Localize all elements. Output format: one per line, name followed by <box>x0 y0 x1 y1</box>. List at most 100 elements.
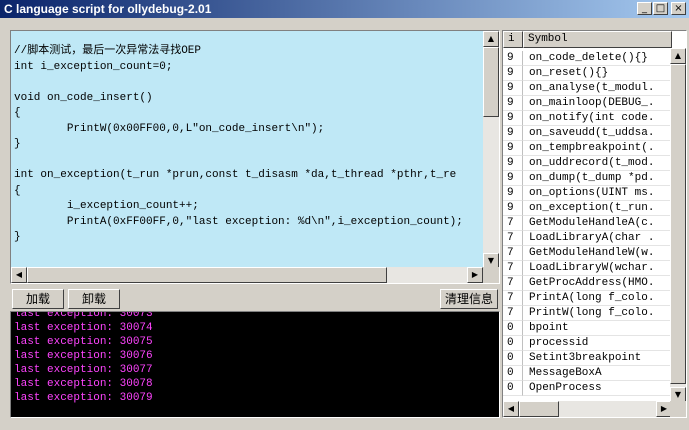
scrollbar-corner <box>483 267 499 283</box>
symbol-index: 9 <box>503 201 523 216</box>
code-line: void on_code_insert() <box>14 91 153 104</box>
symbol-name: on_reset(){} <box>523 66 672 81</box>
code-line: PrintA(0xFF00FF,0,"last exception: %d\n"… <box>14 215 463 228</box>
symbol-name: GetModuleHandleA(c. <box>523 216 672 231</box>
symbol-name: on_dump(t_dump *pd. <box>523 171 672 186</box>
symbol-row[interactable]: 7 GetModuleHandleA(c. <box>503 216 672 231</box>
symbol-name: on_code_delete(){} <box>523 51 672 66</box>
symbol-scroll-thumb[interactable] <box>670 64 686 384</box>
column-header-symbol[interactable]: Symbol <box>523 31 672 48</box>
scrollbar-corner <box>670 401 686 417</box>
code-text-area[interactable]: //脚本测试，最后一次异常法寻找OEP int i_exception_count… <box>11 31 483 269</box>
symbol-index: 7 <box>503 231 523 246</box>
symbol-name: PrintA(long f_colo. <box>523 291 672 306</box>
symbol-row[interactable]: 9 on_reset(){} <box>503 66 672 81</box>
symbol-table[interactable]: i Symbol 9 on_code_delete(){} 9 on_reset(){… <box>502 30 687 418</box>
symbol-index: 9 <box>503 81 523 96</box>
symbol-row[interactable]: 9 on_tempbreakpoint(. <box>503 141 672 156</box>
symbol-name: on_uddrecord(t_mod. <box>523 156 672 171</box>
symbol-row[interactable]: 7 PrintA(long f_colo. <box>503 291 672 306</box>
symbol-hscroll-thumb[interactable] <box>519 401 559 417</box>
editor-vertical-scrollbar[interactable]: ▲ ▼ <box>483 31 499 269</box>
symbol-row[interactable]: 0 processid <box>503 336 672 351</box>
symbol-name: on_saveudd(t_uddsa. <box>523 126 672 141</box>
script-editor[interactable]: //脚本测试，最后一次异常法寻找OEP int i_exception_count… <box>10 30 500 284</box>
symbol-index: 7 <box>503 276 523 291</box>
symbol-row[interactable]: 9 on_code_delete(){} <box>503 51 672 66</box>
symbol-row[interactable]: 9 on_dump(t_dump *pd. <box>503 171 672 186</box>
symbol-index: 9 <box>503 126 523 141</box>
symbol-name: on_notify(int code. <box>523 111 672 126</box>
scroll-right-icon[interactable]: ▶ <box>467 267 483 283</box>
symbol-name: on_tempbreakpoint(. <box>523 141 672 156</box>
maximize-button[interactable]: □ <box>653 2 668 15</box>
symbol-name: on_options(UINT ms. <box>523 186 672 201</box>
symbol-index: 0 <box>503 336 523 351</box>
symbol-row[interactable]: 7 LoadLibraryW(wchar. <box>503 261 672 276</box>
symbol-row[interactable]: 7 LoadLibraryA(char . <box>503 231 672 246</box>
symbol-row[interactable]: 9 on_uddrecord(t_mod. <box>503 156 672 171</box>
console-line: last exception: 30076 <box>14 350 153 362</box>
symbol-row[interactable]: 7 PrintW(long f_colo. <box>503 306 672 321</box>
minimize-button[interactable]: _ <box>637 2 652 15</box>
code-line: { <box>14 107 21 119</box>
symbol-index: 9 <box>503 111 523 126</box>
symbol-index: 9 <box>503 171 523 186</box>
symbol-name: on_analyse(t_modul. <box>523 81 672 96</box>
console-line: last exception: 30077 <box>14 364 153 376</box>
console-line: last exception: 30073 <box>14 311 153 320</box>
close-button[interactable]: × <box>671 2 686 15</box>
symbol-index: 9 <box>503 186 523 201</box>
symbol-row[interactable]: 9 on_exception(t_run. <box>503 201 672 216</box>
symbol-row[interactable]: 9 on_mainloop(DEBUG_. <box>503 96 672 111</box>
load-button[interactable]: 加载 <box>12 289 64 309</box>
scroll-left-icon[interactable]: ◀ <box>503 401 519 417</box>
symbol-row[interactable]: 7 GetModuleHandleW(w. <box>503 246 672 261</box>
symbol-name: bpoint <box>523 321 672 336</box>
symbol-index: 7 <box>503 216 523 231</box>
symbol-name: LoadLibraryW(wchar. <box>523 261 672 276</box>
symbol-row[interactable]: 9 on_analyse(t_modul. <box>503 81 672 96</box>
symbol-index: 9 <box>503 66 523 81</box>
console-line: last exception: 30079 <box>14 392 153 404</box>
code-line: int i_exception_count=0; <box>14 60 173 73</box>
symbol-index: 0 <box>503 381 523 396</box>
editor-scroll-thumb[interactable] <box>483 47 499 117</box>
symbol-name: MessageBoxA <box>523 366 672 381</box>
symbol-name: on_mainloop(DEBUG_. <box>523 96 672 111</box>
scroll-left-icon[interactable]: ◀ <box>11 267 27 283</box>
console-line: last exception: 30075 <box>14 336 153 348</box>
symbol-row[interactable]: 9 on_options(UINT ms. <box>503 186 672 201</box>
clear-button[interactable]: 清理信息 <box>440 289 498 309</box>
editor-horizontal-scrollbar[interactable]: ◀ ▶ <box>11 267 483 283</box>
symbol-index: 0 <box>503 321 523 336</box>
symbol-vertical-scrollbar[interactable]: ▲ ▼ <box>670 48 686 403</box>
symbol-row[interactable]: 0 MessageBoxA <box>503 366 672 381</box>
symbol-horizontal-scrollbar[interactable]: ◀ ▶ <box>503 401 672 417</box>
symbol-row[interactable]: 9 on_notify(int code. <box>503 111 672 126</box>
console-line: last exception: 30074 <box>14 322 153 334</box>
symbol-name: LoadLibraryA(char . <box>523 231 672 246</box>
output-console[interactable]: last exception: 30073 last exception: 300… <box>10 311 500 418</box>
symbol-index: 9 <box>503 51 523 66</box>
symbol-name: GetModuleHandleW(w. <box>523 246 672 261</box>
code-line: { <box>14 184 21 197</box>
symbol-row[interactable]: 0 Setint3breakpoint <box>503 351 672 366</box>
symbol-index: 9 <box>503 96 523 111</box>
symbol-row[interactable]: 9 on_saveudd(t_uddsa. <box>503 126 672 141</box>
symbol-index: 7 <box>503 261 523 276</box>
symbol-name: GetProcAddress(HMO. <box>523 276 672 291</box>
symbol-name: processid <box>523 336 672 351</box>
scroll-up-icon[interactable]: ▲ <box>670 48 686 64</box>
editor-hscroll-thumb[interactable] <box>27 267 387 283</box>
symbol-row[interactable]: 7 GetProcAddress(HMO. <box>503 276 672 291</box>
code-line: i_exception_count++; <box>14 200 199 212</box>
symbol-row[interactable]: 0 bpoint <box>503 321 672 336</box>
scroll-up-icon[interactable]: ▲ <box>483 31 499 47</box>
column-header-index[interactable]: i <box>503 31 523 48</box>
code-line: //脚本测试，最后一次异常法寻找OEP <box>14 45 202 57</box>
unload-button[interactable]: 卸载 <box>68 289 120 309</box>
symbol-name: Setint3breakpoint <box>523 351 672 366</box>
symbol-row[interactable]: 0 OpenProcess <box>503 381 672 396</box>
symbol-name: PrintW(long f_colo. <box>523 306 672 321</box>
